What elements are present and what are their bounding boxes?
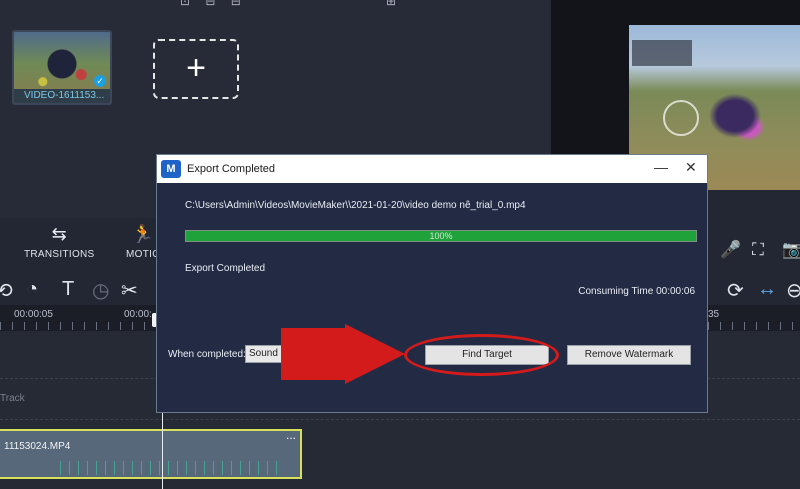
red-arrow-icon — [281, 324, 405, 384]
annotation-arrow — [281, 324, 405, 384]
annotation-highlight-ring — [404, 334, 559, 376]
